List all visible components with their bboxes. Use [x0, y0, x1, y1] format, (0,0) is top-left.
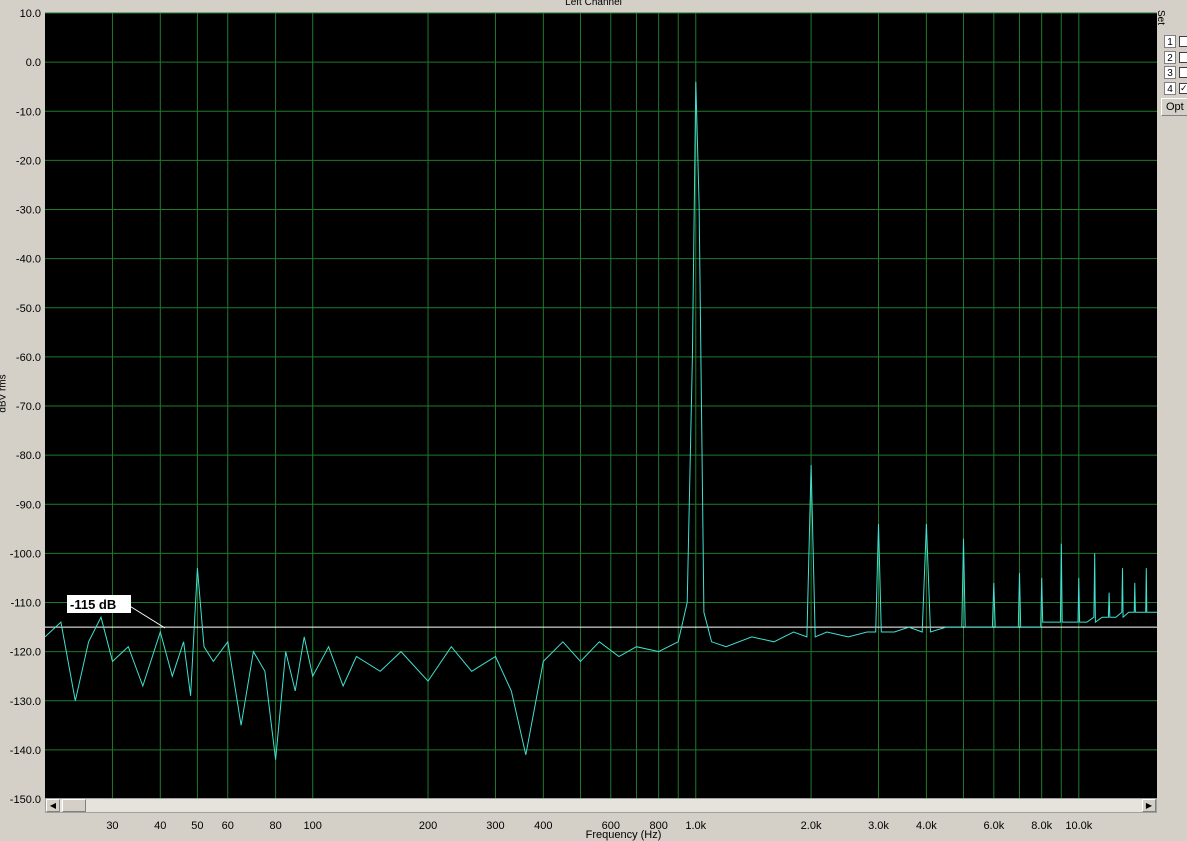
y-tick-label: -120.0 [10, 647, 41, 659]
trace-checkbox-checked[interactable]: ✓ [1179, 83, 1187, 94]
y-tick-label: -50.0 [16, 303, 41, 315]
trace-row-3[interactable]: 3 [1163, 66, 1187, 80]
scroll-right-button[interactable]: ▶ [1142, 799, 1156, 812]
reference-label: -115 dB [70, 597, 116, 612]
trace-checkbox[interactable] [1179, 36, 1187, 47]
y-tick-label: -110.0 [11, 598, 41, 610]
y-tick-label: -60.0 [16, 352, 41, 364]
trace-number[interactable]: 1 [1164, 35, 1176, 48]
y-tick-labels: 10.0 0.0 -10.0 -20.0 -30.0 -40.0 -50.0 -60.0 -70… [10, 8, 41, 806]
set-label: Set [1155, 10, 1166, 26]
trace-side-panel [1160, 0, 1187, 841]
y-tick-label: -80.0 [16, 450, 41, 462]
trace-number[interactable]: 3 [1164, 66, 1176, 79]
y-tick-label: -100.0 [10, 548, 41, 560]
scroll-left-button[interactable]: ◀ [46, 799, 60, 812]
y-tick-label: -140.0 [10, 745, 41, 757]
horizontal-scrollbar[interactable]: ◀ ▶ [45, 798, 1157, 813]
y-tick-label: -90.0 [16, 499, 41, 511]
scroll-thumb[interactable] [62, 799, 86, 812]
y-tick-label: -150.0 [10, 794, 41, 806]
y-tick-label: -10.0 [16, 106, 41, 118]
x-axis-label: Frequency (Hz) [585, 829, 662, 841]
y-tick-label: 0.0 [26, 57, 41, 69]
trace-number[interactable]: 4 [1164, 82, 1176, 95]
spectrum-plot: 10.0 0.0 -10.0 -20.0 -30.0 -40.0 -50.0 -60.0 -70… [10, 8, 1157, 832]
trace-row-1[interactable]: 1 [1163, 35, 1187, 49]
trace-checkbox[interactable] [1179, 67, 1187, 78]
trace-checkbox[interactable] [1179, 52, 1187, 63]
y-tick-label: -40.0 [16, 254, 41, 266]
trace-row-2[interactable]: 2 [1163, 51, 1187, 65]
trace-row-4[interactable]: 4 ✓ [1163, 82, 1187, 96]
trace-number[interactable]: 2 [1164, 51, 1176, 64]
y-tick-label: -130.0 [10, 696, 41, 708]
y-tick-label: -30.0 [16, 205, 41, 217]
options-button[interactable]: Opt [1161, 98, 1187, 116]
y-tick-label: 10.0 [20, 8, 41, 20]
y-tick-label: -20.0 [16, 155, 41, 167]
y-tick-label: -70.0 [16, 401, 41, 413]
